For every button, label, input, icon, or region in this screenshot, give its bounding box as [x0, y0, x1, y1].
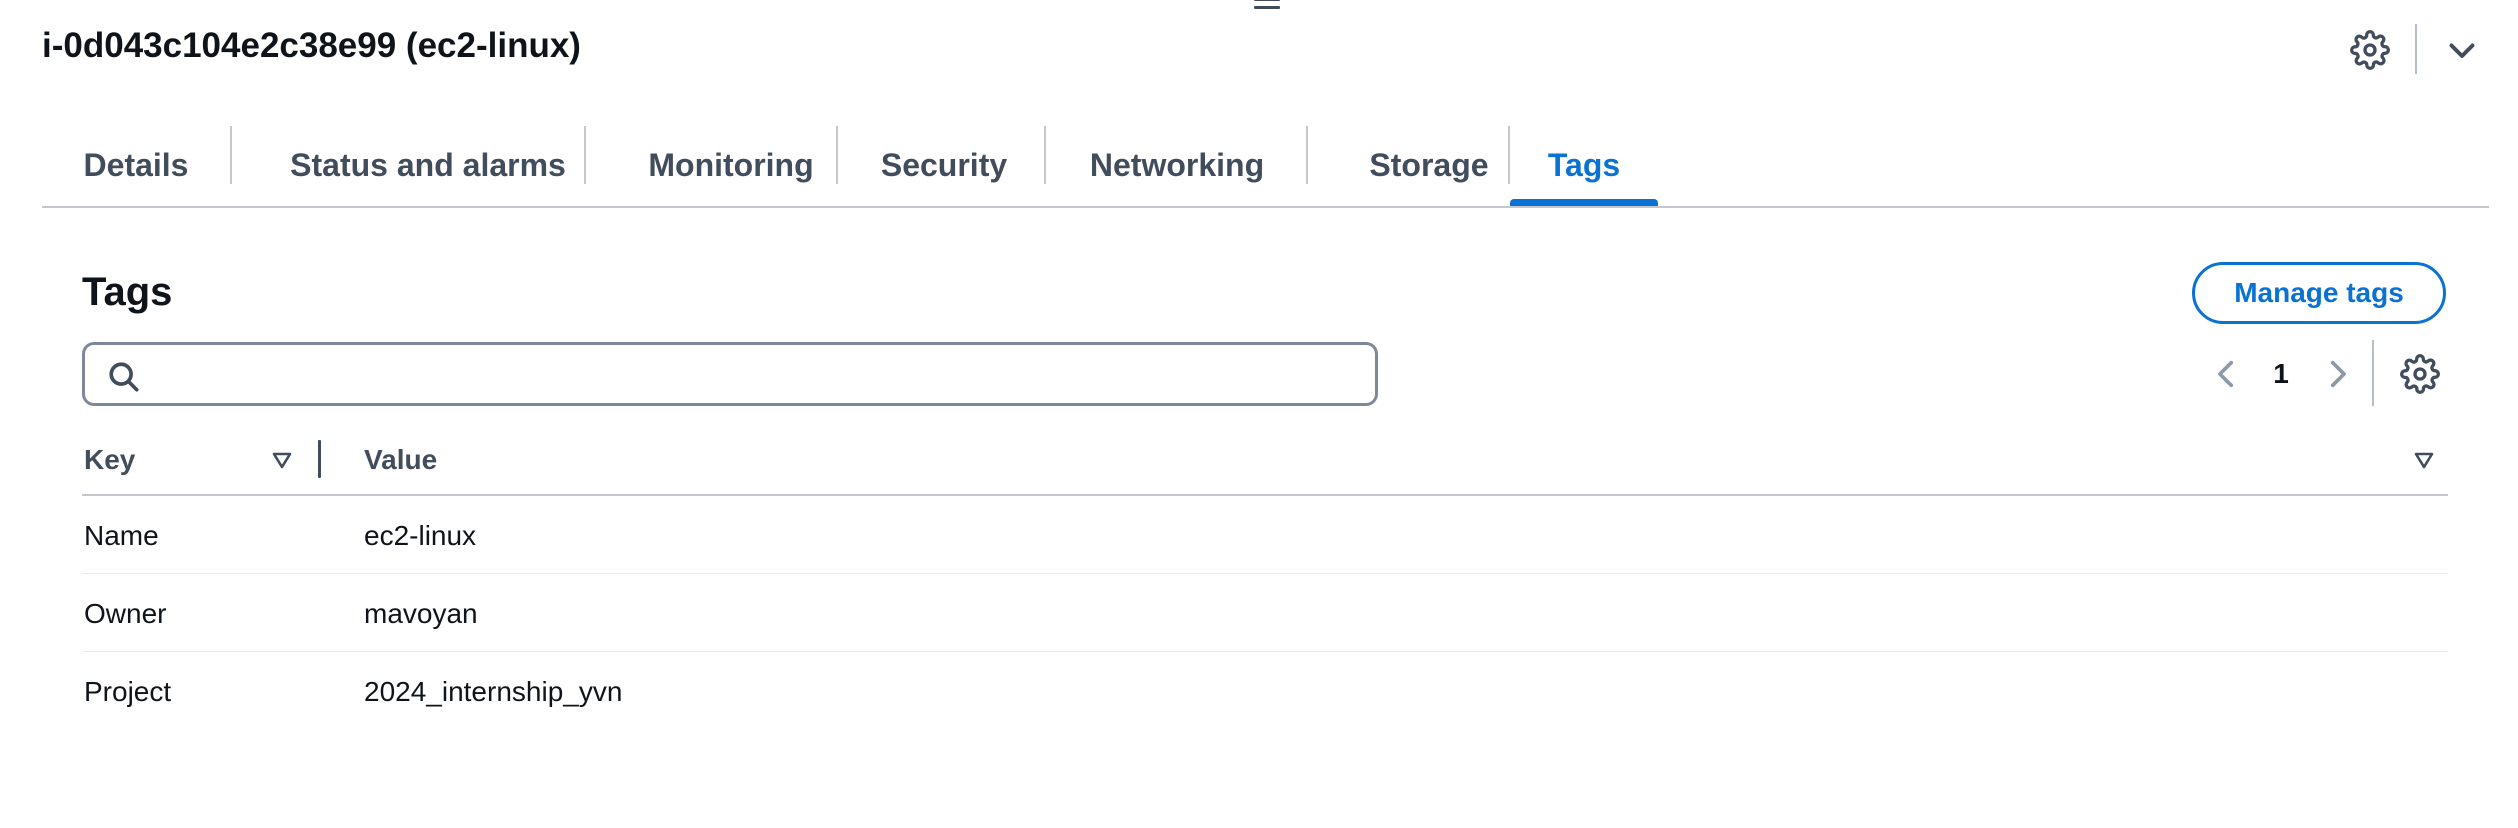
manage-tags-button[interactable]: Manage tags	[2192, 262, 2446, 324]
tag-value: mavoyan	[364, 598, 478, 629]
header-divider	[2415, 24, 2417, 74]
tab-details[interactable]: Details	[42, 126, 230, 204]
tag-key: Owner	[84, 598, 167, 629]
caret-down-icon[interactable]	[2412, 448, 2436, 472]
gear-icon[interactable]	[2350, 30, 2390, 70]
page-number[interactable]: 1	[2268, 354, 2294, 394]
table-row: Name ec2-linux	[82, 496, 2448, 574]
tab-tags[interactable]: Tags	[1510, 126, 1658, 206]
table-row: Owner mavoyan	[82, 574, 2448, 652]
page-title: i-0d043c104e2c38e99 (ec2-linux)	[42, 26, 581, 65]
table-header: Key Value	[82, 434, 2448, 496]
search-box	[82, 342, 1378, 406]
tag-value: 2024_internship_yvn	[364, 676, 623, 707]
chevron-down-icon[interactable]	[2444, 32, 2480, 68]
table-row: Project 2024_internship_yvn	[82, 652, 2448, 729]
tab-list: Details Status and alarms Monitoring Sec…	[42, 126, 2489, 208]
chevron-left-icon[interactable]	[2210, 354, 2244, 394]
chevron-right-icon[interactable]	[2320, 354, 2354, 394]
column-header-key[interactable]: Key	[84, 444, 135, 476]
search-input[interactable]	[155, 351, 1359, 399]
tab-networking[interactable]: Networking	[1046, 126, 1308, 204]
column-header-value[interactable]: Value	[364, 444, 437, 476]
tag-value: ec2-linux	[364, 520, 477, 551]
tag-key: Name	[84, 520, 159, 551]
column-resizer[interactable]	[318, 440, 321, 478]
tab-security[interactable]: Security	[838, 126, 1050, 204]
tab-monitoring[interactable]: Monitoring	[586, 126, 876, 204]
gear-icon[interactable]	[2400, 354, 2440, 394]
tags-table: Key Value Name ec2-linux Owner mavoyan P…	[82, 434, 2448, 729]
tag-key: Project	[84, 676, 172, 707]
tab-status-and-alarms[interactable]: Status and alarms	[232, 126, 624, 204]
section-title: Tags	[82, 270, 173, 314]
pagination-divider	[2372, 340, 2374, 406]
caret-down-icon[interactable]	[270, 448, 294, 472]
drag-handle-icon[interactable]	[1254, 0, 1280, 16]
search-icon	[109, 362, 139, 392]
